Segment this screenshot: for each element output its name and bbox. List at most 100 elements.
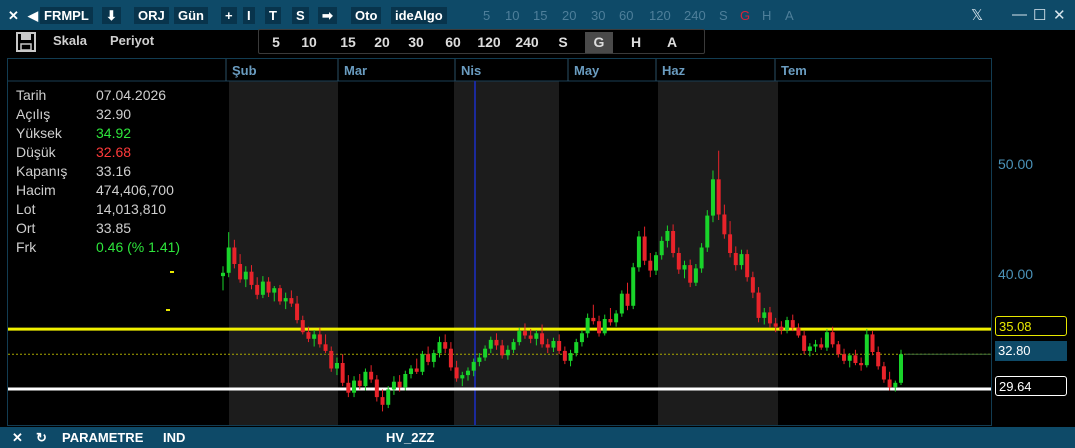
info-key-2: Yüksek xyxy=(16,125,62,141)
title-period-60[interactable]: 60 xyxy=(619,7,633,24)
axis-label-40: 40.00 xyxy=(998,266,1034,282)
candle-body-42 xyxy=(460,375,465,379)
candle-body-6 xyxy=(255,284,260,295)
period-button-10[interactable]: 10 xyxy=(296,32,322,53)
period-button-5[interactable]: 5 xyxy=(265,32,287,53)
refresh-icon[interactable]: ↻ xyxy=(36,430,47,446)
candle-body-96 xyxy=(767,312,772,324)
candle-body-62 xyxy=(574,342,579,354)
period-button-G[interactable]: G xyxy=(585,32,613,53)
candle-body-66 xyxy=(597,321,602,334)
s-button[interactable]: S xyxy=(292,7,309,24)
plus-button[interactable]: + xyxy=(221,7,237,24)
candle-body-7 xyxy=(260,281,265,295)
candle-body-28 xyxy=(380,397,385,405)
parametre-button[interactable]: PARAMETRE xyxy=(62,430,143,445)
download-icon[interactable]: ⬇ xyxy=(102,7,121,24)
oto-button[interactable]: Oto xyxy=(351,7,382,24)
candle-body-30 xyxy=(391,381,396,390)
candle-body-9 xyxy=(272,288,277,293)
period-button-20[interactable]: 20 xyxy=(369,32,395,53)
candle-body-32 xyxy=(403,374,408,388)
candle-body-12 xyxy=(289,298,294,304)
close-icon[interactable]: ✕ xyxy=(4,7,23,24)
ind-button[interactable]: IND xyxy=(163,430,185,445)
marker-2 xyxy=(166,309,170,311)
candle-body-68 xyxy=(608,319,613,323)
t-button[interactable]: T xyxy=(265,7,281,24)
title-period-5[interactable]: 5 xyxy=(483,7,490,24)
info-key-1: Açılış xyxy=(16,106,51,122)
title-period-S[interactable]: S xyxy=(719,7,728,24)
title-period-15[interactable]: 15 xyxy=(533,7,547,24)
minimize-icon[interactable]: — xyxy=(1012,6,1027,23)
save-icon[interactable] xyxy=(16,32,36,52)
period-button-60[interactable]: 60 xyxy=(440,32,466,53)
candle-body-110 xyxy=(847,355,852,361)
window-close-icon[interactable]: ✕ xyxy=(1053,6,1066,24)
candle-body-26 xyxy=(369,371,374,380)
title-period-240[interactable]: 240 xyxy=(684,7,706,24)
forward-arrow-icon[interactable]: ➡ xyxy=(318,7,337,24)
candle-body-90 xyxy=(733,253,738,266)
period-button-A[interactable]: A xyxy=(659,32,685,53)
period-button-H[interactable]: H xyxy=(623,32,649,53)
title-period-A[interactable]: A xyxy=(785,7,794,24)
info-value-3: 32.68 xyxy=(96,144,132,160)
candle-body-23 xyxy=(352,380,357,393)
candle-body-14 xyxy=(300,320,305,333)
period-button-15[interactable]: 15 xyxy=(335,32,361,53)
candle-body-22 xyxy=(346,382,351,393)
title-period-20[interactable]: 20 xyxy=(562,7,576,24)
candle-body-17 xyxy=(317,334,322,345)
candle-body-25 xyxy=(363,371,368,387)
indicator-label: HV_2ZZ xyxy=(386,430,435,445)
current-price-label: 32.80 xyxy=(995,341,1067,361)
period-button-240[interactable]: 240 xyxy=(511,32,543,53)
info-value-7: 33.85 xyxy=(96,220,132,236)
i-button[interactable]: I xyxy=(243,7,255,24)
x-logo-icon[interactable]: 𝕏 xyxy=(971,6,983,24)
info-key-3: Düşük xyxy=(16,144,56,160)
idealgo-button[interactable]: ideAlgo xyxy=(391,7,447,24)
candle-body-10 xyxy=(277,288,282,302)
candle-body-4 xyxy=(243,271,248,280)
skala-button[interactable]: Skala xyxy=(53,33,87,48)
period-button-30[interactable]: 30 xyxy=(403,32,429,53)
close-icon[interactable]: ✕ xyxy=(12,430,23,446)
title-period-G[interactable]: G xyxy=(740,7,750,24)
candle-body-33 xyxy=(409,368,414,374)
period-button-S[interactable]: S xyxy=(553,32,573,53)
candle-body-29 xyxy=(386,389,391,405)
candle-body-91 xyxy=(739,254,744,266)
title-period-120[interactable]: 120 xyxy=(649,7,671,24)
candle-body-119 xyxy=(899,354,903,383)
period-button[interactable]: Gün xyxy=(174,7,208,24)
candle-body-43 xyxy=(465,370,470,376)
periyot-button[interactable]: Periyot xyxy=(110,33,154,48)
candle-body-24 xyxy=(357,380,362,387)
info-value-0: 07.04.2026 xyxy=(96,87,167,103)
candle-body-74 xyxy=(642,236,647,261)
orj-button[interactable]: ORJ xyxy=(134,7,169,24)
title-period-10[interactable]: 10 xyxy=(505,7,519,24)
info-panel: Tarih 07.04.2026 Açılış 32.90 Yüksek 34.92 Düş… xyxy=(8,85,234,263)
candle-body-97 xyxy=(773,323,778,327)
level-yellow-label: 35.08 xyxy=(995,316,1067,336)
candle-body-53 xyxy=(522,331,527,336)
title-period-30[interactable]: 30 xyxy=(591,7,605,24)
symbol-button[interactable]: FRMPL xyxy=(40,7,93,24)
candle-body-37 xyxy=(431,353,436,362)
candle-body-109 xyxy=(842,354,847,361)
period-button-120[interactable]: 120 xyxy=(475,32,503,53)
candle-body-64 xyxy=(585,317,590,334)
candle-body-112 xyxy=(859,363,864,366)
candle-body-39 xyxy=(443,342,448,349)
maximize-icon[interactable]: ☐ xyxy=(1033,6,1046,24)
month-label-2: Nis xyxy=(461,63,481,78)
candle-body-114 xyxy=(870,334,875,352)
candle-body-15 xyxy=(306,332,311,339)
candle-body-36 xyxy=(426,354,431,362)
title-period-H[interactable]: H xyxy=(762,7,771,24)
candle-body-87 xyxy=(716,179,721,215)
